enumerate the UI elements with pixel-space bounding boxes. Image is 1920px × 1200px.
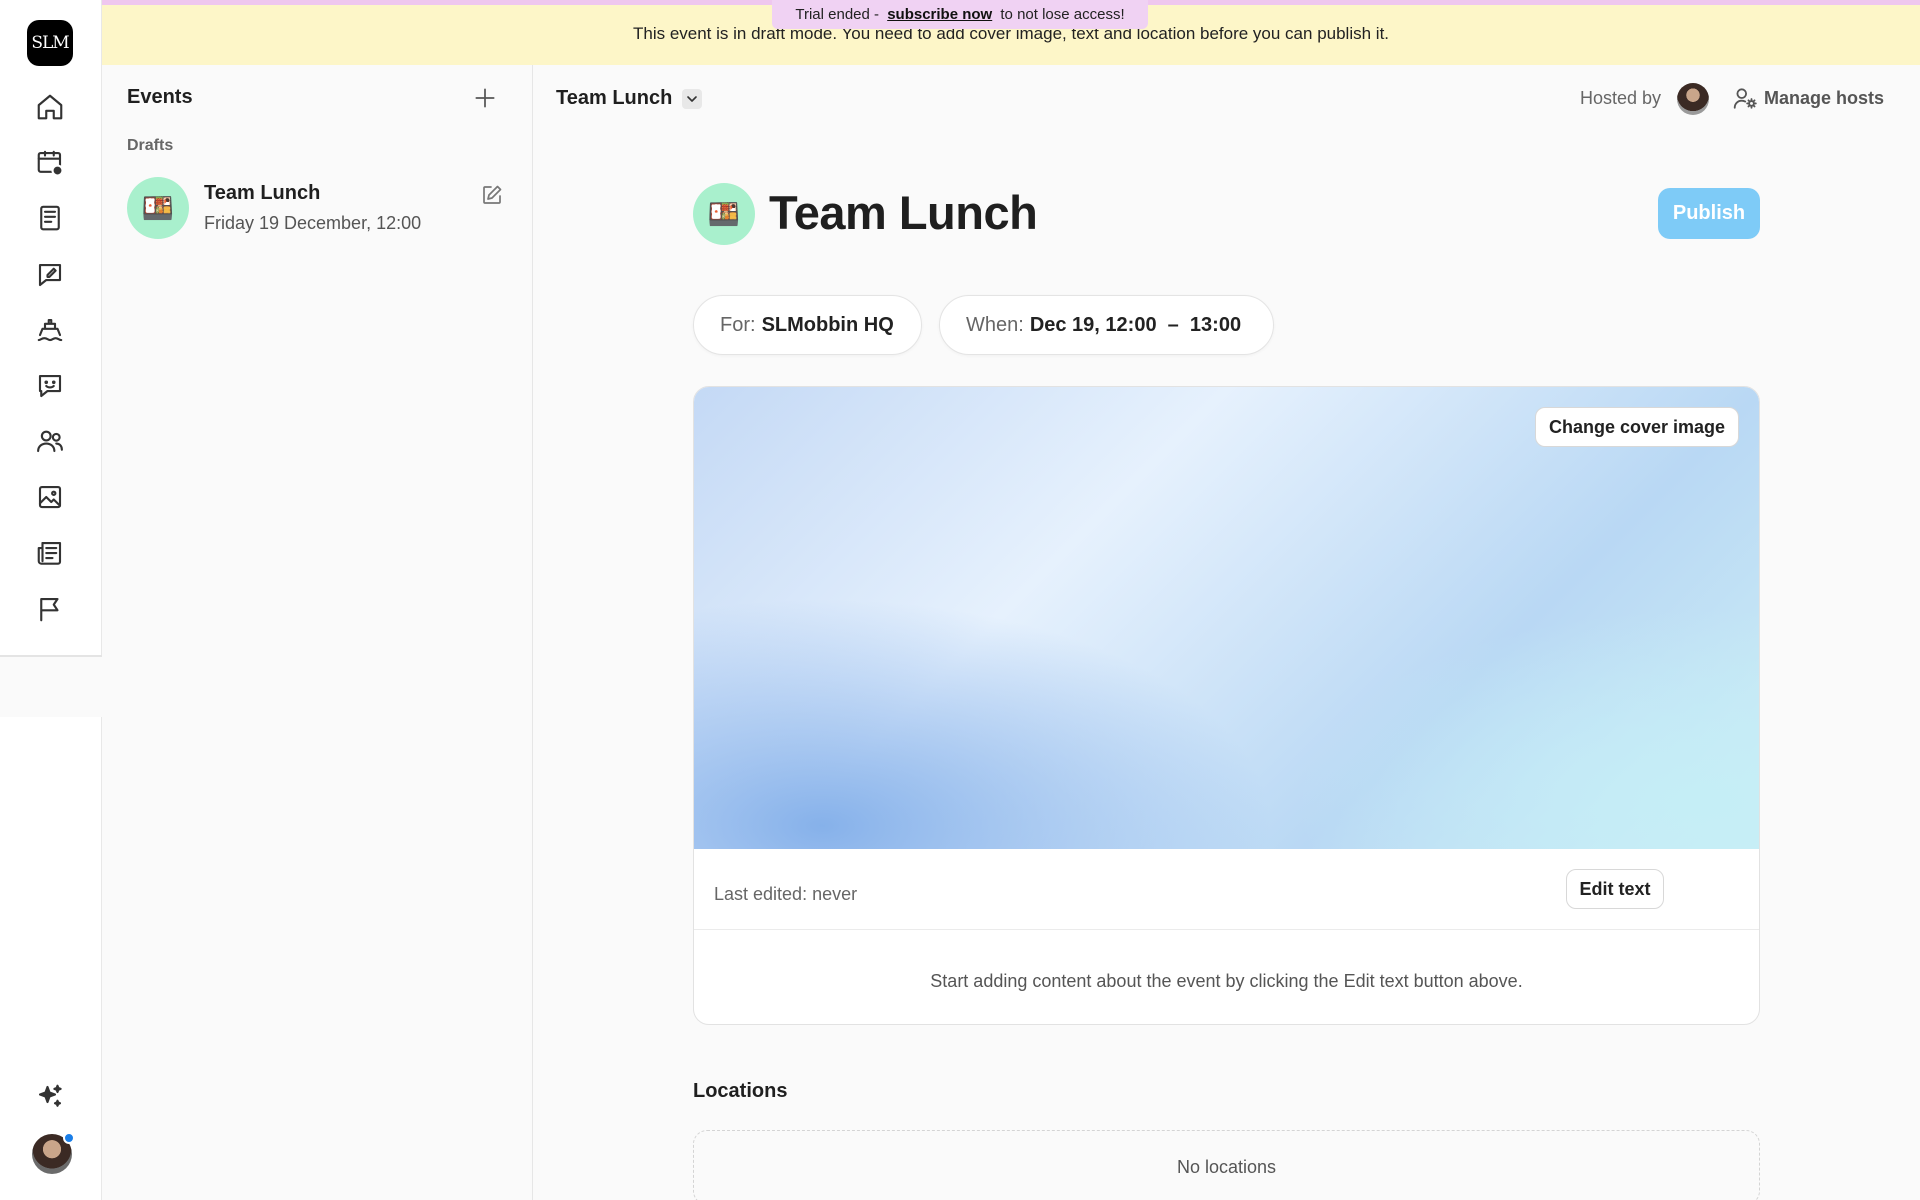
manage-hosts-button[interactable]: Manage hosts — [1732, 85, 1884, 111]
flag-icon[interactable] — [33, 592, 67, 626]
pencil-square-icon — [483, 185, 502, 204]
trial-suffix: to not lose access! — [996, 6, 1125, 23]
publish-button[interactable]: Publish — [1658, 188, 1760, 239]
content-placeholder: Start adding content about the event by … — [930, 971, 1523, 991]
card-divider — [694, 929, 1759, 930]
plus-icon — [475, 88, 495, 108]
event-list-item[interactable]: 🍱 Team Lunch Friday 19 December, 12:00 — [127, 177, 512, 241]
for-pill[interactable]: For: SLMobbin HQ — [693, 295, 922, 355]
drafts-section-label: Drafts — [127, 137, 174, 154]
edit-text-button[interactable]: Edit text — [1566, 869, 1664, 909]
event-switcher-label: Team Lunch — [556, 87, 673, 109]
event-emoji-large[interactable]: 🍱 — [693, 183, 755, 245]
manage-hosts-label: Manage hosts — [1764, 87, 1885, 108]
change-cover-button[interactable]: Change cover image — [1535, 407, 1739, 447]
host-avatar[interactable] — [1677, 83, 1709, 115]
trial-banner: Trial ended - subscribe now to not lose … — [772, 0, 1148, 29]
page-title[interactable]: Team Lunch — [769, 185, 1038, 240]
notification-dot — [63, 1132, 75, 1144]
calendar-clock-icon[interactable] — [33, 146, 67, 180]
when-value: Dec 19, 12:00 – 13:00 — [1029, 313, 1242, 336]
for-key: For: — [720, 313, 756, 336]
event-emoji: 🍱 — [127, 177, 189, 239]
event-item-date: Friday 19 December, 12:00 — [204, 213, 422, 233]
last-edited-text: Last edited: never — [714, 884, 858, 904]
edit-event-button[interactable] — [480, 183, 504, 207]
events-panel: Events Drafts 🍱 Team Lunch Friday 19 Dec… — [102, 65, 533, 1200]
for-value: SLMobbin HQ — [761, 313, 894, 336]
news-icon[interactable] — [33, 536, 67, 570]
book-icon[interactable] — [33, 201, 67, 235]
event-item-title: Team Lunch — [204, 182, 321, 204]
subscribe-link[interactable]: subscribe now — [887, 6, 992, 23]
trial-prefix: Trial ended - — [795, 6, 884, 23]
event-switcher[interactable]: Team Lunch — [556, 87, 703, 110]
when-pill[interactable]: When: Dec 19, 12:00 – 13:00 — [939, 295, 1274, 355]
when-key: When: — [966, 313, 1024, 336]
chevron-down-icon — [682, 88, 703, 109]
app-logo[interactable]: SLM — [27, 20, 73, 66]
hosted-by-label: Hosted by — [1580, 88, 1662, 108]
rail-divider-shade — [0, 657, 102, 717]
sparkles-icon[interactable] — [33, 1080, 67, 1114]
main-content: Team Lunch Hosted by Manage hosts 🍱 Team… — [534, 65, 1920, 1200]
home-icon[interactable] — [33, 90, 67, 124]
ship-icon[interactable] — [33, 313, 67, 347]
users-icon[interactable] — [33, 424, 67, 458]
edit-message-icon[interactable] — [33, 258, 67, 292]
locations-empty[interactable]: No locations — [693, 1130, 1760, 1200]
cover-image — [694, 387, 1759, 849]
left-rail: SLM — [0, 0, 102, 1200]
event-card: Change cover image Last edited: never Ed… — [693, 386, 1760, 1025]
locations-title: Locations — [693, 1080, 788, 1102]
add-event-button[interactable] — [472, 85, 498, 111]
user-gear-icon — [1733, 88, 1757, 109]
image-icon[interactable] — [33, 480, 67, 514]
events-title: Events — [127, 86, 193, 108]
smile-chat-icon[interactable] — [33, 369, 67, 403]
